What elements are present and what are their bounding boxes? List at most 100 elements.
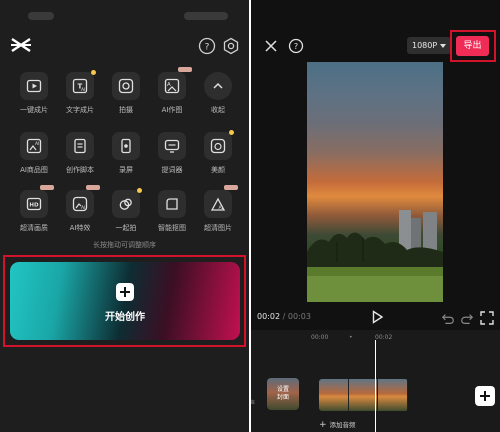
- reorder-hint: 长按拖动可调整顺序: [93, 241, 156, 249]
- grid-item-hd-image[interactable]: AI 超清图片: [193, 185, 243, 233]
- audio-track-label: 声: [251, 400, 256, 407]
- new-badge: [40, 185, 54, 190]
- new-dot: [137, 188, 142, 193]
- settings-icon[interactable]: [222, 37, 240, 55]
- capcut-logo-icon: [10, 36, 32, 54]
- ai-effects-icon: AI: [66, 185, 100, 218]
- grid-item-ai-image[interactable]: A AI作图: [147, 67, 197, 115]
- play-icon[interactable]: [369, 309, 385, 325]
- svg-text:?: ?: [205, 43, 210, 53]
- editor-panel: ? 1080P 导出 00:02 / 00:03 00:00 • 00:02 声…: [251, 0, 500, 432]
- help-icon[interactable]: ?: [198, 37, 216, 55]
- clip-frame: [348, 379, 379, 411]
- clip-frame: [378, 379, 408, 411]
- resolution-value: 1080P: [412, 41, 438, 50]
- script-icon: [66, 132, 94, 160]
- undo-icon[interactable]: [441, 311, 457, 327]
- grid-item-label: 文字成片: [66, 106, 94, 114]
- grid-item-shoot-together[interactable]: 一起拍: [101, 188, 151, 233]
- export-button[interactable]: 导出: [456, 36, 489, 56]
- set-cover-label: 设置 封面: [276, 386, 289, 401]
- video-clip[interactable]: [319, 379, 408, 411]
- plus-icon: [480, 391, 490, 401]
- svg-text:AI: AI: [219, 205, 223, 211]
- ai-product-image-icon: AI: [20, 132, 48, 160]
- ai-image-icon: A: [158, 67, 192, 100]
- grid-item-label: 一起拍: [115, 224, 137, 232]
- start-creation-label: 开始创作: [105, 312, 145, 323]
- grid-item-label: 收起: [211, 106, 225, 114]
- grid-item-ai-product-image[interactable]: AI AI商品图: [9, 132, 59, 175]
- add-audio-label: 添加音频: [329, 421, 356, 429]
- grid-item-collapse[interactable]: 收起: [193, 72, 243, 115]
- grid-item-ai-effects[interactable]: AI AI特效: [55, 185, 105, 233]
- beauty-icon: [204, 130, 234, 160]
- svg-text:HD: HD: [29, 203, 39, 209]
- plus-icon: [116, 283, 134, 301]
- time-separator: /: [282, 312, 286, 321]
- new-badge: [178, 67, 192, 72]
- new-badge: [224, 185, 238, 190]
- hd-image-icon: AI: [204, 185, 238, 218]
- grid-item-beauty[interactable]: 美颜: [193, 130, 243, 175]
- svg-text:A: A: [167, 82, 171, 88]
- close-icon[interactable]: [263, 38, 279, 54]
- grid-item-label: 美颜: [211, 166, 225, 174]
- grid-item-label: 超清画质: [20, 224, 48, 232]
- home-panel: ? 一键成片 T AI 文字成片 拍摄 A AI作图 收起 AI AI商品图 创…: [0, 0, 249, 432]
- start-creation-button[interactable]: [10, 262, 240, 340]
- grid-item-label: 拍摄: [119, 106, 133, 114]
- ruler-tick: •: [349, 334, 353, 341]
- status-bar-blurred-right: [184, 12, 228, 20]
- resolution-dropdown[interactable]: 1080P: [407, 37, 451, 54]
- hd-quality-icon: HD: [20, 185, 54, 218]
- grid-item-label: 超清图片: [204, 224, 232, 232]
- grid-item-label: AI商品图: [20, 166, 48, 174]
- grid-item-teleprompter[interactable]: 提词器: [147, 132, 197, 175]
- fullscreen-icon[interactable]: [479, 310, 495, 326]
- grid-item-label: 录屏: [119, 166, 133, 174]
- sunset-scene-image: [307, 210, 443, 302]
- new-dot: [91, 70, 96, 75]
- clip-frame: [319, 379, 349, 411]
- teleprompter-icon: [158, 132, 186, 160]
- camera-icon: [112, 72, 140, 100]
- total-time: 00:03: [287, 312, 311, 321]
- ruler-tick: 00:00: [311, 334, 329, 341]
- caret-down-icon: [440, 44, 446, 48]
- grid-item-label: AI作图: [161, 106, 183, 114]
- new-badge: [86, 185, 100, 190]
- text-to-video-icon: T AI: [66, 70, 96, 100]
- svg-text:AI: AI: [35, 141, 39, 147]
- grid-item-smart-cutout[interactable]: 智能抠图: [147, 190, 197, 233]
- grid-item-label: 智能抠图: [158, 224, 186, 232]
- grid-item-label: AI特效: [69, 224, 91, 232]
- ruler-tick: 00:02: [375, 334, 393, 341]
- grid-item-text-to-video[interactable]: T AI 文字成片: [55, 70, 105, 115]
- grid-item-label: 提词器: [161, 166, 183, 174]
- playhead[interactable]: [375, 340, 376, 432]
- status-bar-blurred: [28, 12, 54, 20]
- grid-item-screen-record[interactable]: 录屏: [101, 132, 151, 175]
- grid-item-script[interactable]: 创作脚本: [55, 132, 105, 175]
- smart-cutout-icon: [158, 190, 186, 218]
- grid-item-label: 创作脚本: [66, 166, 94, 174]
- grid-item-hd-quality[interactable]: HD 超清画质: [9, 185, 59, 233]
- video-preview: [307, 62, 443, 302]
- grid-item-label: 一键成片: [20, 106, 48, 114]
- set-cover-button[interactable]: 设置 封面: [267, 378, 299, 410]
- redo-icon[interactable]: [460, 311, 476, 327]
- grid-item-camera[interactable]: 拍摄: [101, 72, 151, 115]
- svg-text:?: ?: [294, 42, 298, 51]
- add-clip-button[interactable]: [475, 386, 495, 406]
- plus-icon: +: [319, 420, 327, 430]
- svg-text:AI: AI: [81, 205, 85, 211]
- chevron-up-icon: [204, 72, 232, 100]
- screen-record-icon: [112, 132, 140, 160]
- help-icon[interactable]: ?: [288, 38, 304, 54]
- grid-item-one-click-video[interactable]: 一键成片: [9, 72, 59, 115]
- shoot-together-icon: [112, 188, 142, 218]
- play-icon: [20, 72, 48, 100]
- svg-text:AI: AI: [81, 87, 85, 93]
- add-audio-button[interactable]: + 添加音频: [319, 418, 356, 432]
